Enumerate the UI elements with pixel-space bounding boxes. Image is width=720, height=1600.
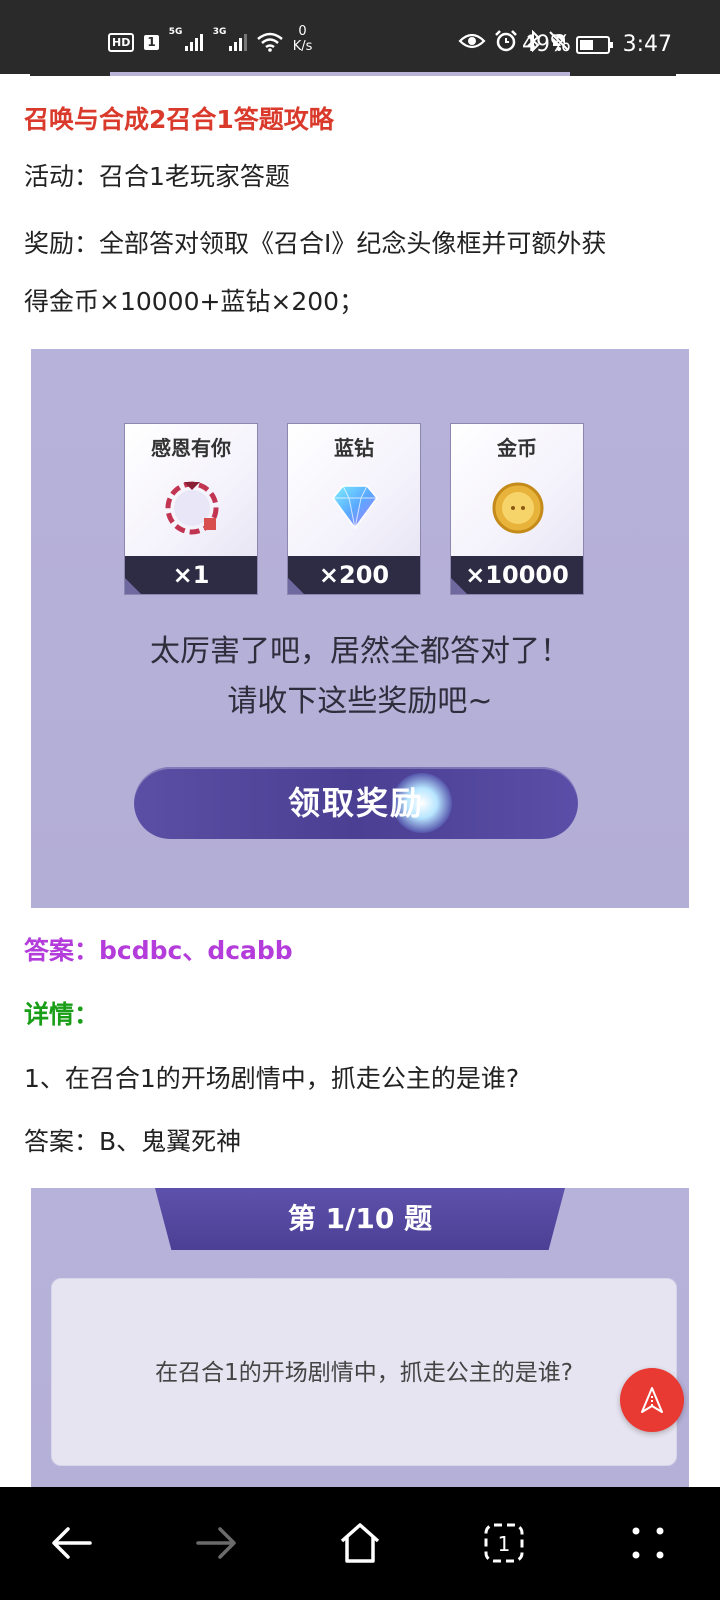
menu-button[interactable]	[618, 1515, 678, 1571]
card-title: 金币	[497, 436, 537, 460]
hd-icon: HD	[108, 32, 135, 52]
alarm-icon	[494, 30, 518, 52]
claim-reward-label: 领取奖励	[287, 784, 424, 822]
details-heading: 详情：	[24, 1000, 100, 1029]
congrats-line2: 请收下这些奖励吧~	[227, 684, 493, 719]
blue-diamond-icon	[325, 476, 385, 536]
card-count: ×1	[125, 556, 257, 594]
share-fab-button[interactable]	[620, 1368, 684, 1432]
card-count: ×200	[288, 556, 420, 594]
card-count: ×10000	[451, 556, 583, 594]
congrats-message: 太厉害了吧，居然全都答对了！ 请收下这些奖励吧~	[31, 627, 689, 727]
svg-text:1: 1	[498, 1532, 511, 1556]
question-box: 在召合1的开场剧情中，抓走公主的是谁?	[51, 1278, 677, 1466]
question-number-banner: 第 1/10 题	[155, 1188, 565, 1250]
reward-card-frame: 感恩有你 ×1	[124, 423, 258, 595]
tabs-button[interactable]: 1	[474, 1515, 534, 1571]
signal-icon: 5G	[169, 27, 203, 51]
status-left: HD 1 5G 3G 0 K/s	[108, 24, 312, 54]
sim-icon: 1	[144, 34, 159, 50]
dots-grid-icon	[632, 1527, 664, 1559]
question-1-text: 1、在召合1的开场剧情中，抓走公主的是谁?	[24, 1064, 520, 1093]
reward-text-line2: 得金币×10000+蓝钻×200；	[24, 287, 365, 316]
eye-icon	[458, 32, 486, 50]
question-screenshot: 第 1/10 题 在召合1的开场剧情中，抓走公主的是谁?	[31, 1188, 689, 1488]
signal-icon-2: 3G	[213, 27, 247, 51]
battery-percent: 49%	[522, 32, 571, 57]
reward-card-coin: 金币 ×10000	[450, 423, 584, 595]
arrow-left-icon	[52, 1527, 92, 1559]
wifi-icon	[256, 32, 283, 52]
gold-coin-icon	[488, 476, 548, 536]
status-bar: HD 1 5G 3G 0 K/s 49% 3:47	[0, 0, 720, 74]
previous-image-edge	[30, 72, 676, 76]
card-title: 感恩有你	[151, 436, 231, 460]
net-speed: 0 K/s	[292, 24, 313, 54]
avatar-frame-icon	[162, 476, 222, 536]
card-title: 蓝钻	[334, 436, 374, 460]
arrow-right-icon	[196, 1527, 236, 1559]
back-button[interactable]	[42, 1515, 102, 1571]
congrats-line1: 太厉害了吧，居然全都答对了！	[150, 634, 570, 669]
tabs-icon: 1	[484, 1523, 524, 1563]
question-box-text: 在召合1的开场剧情中，抓走公主的是谁?	[155, 1360, 573, 1386]
paper-plane-icon	[641, 1387, 663, 1413]
article-title: 召唤与合成2召合1答题攻略	[24, 105, 334, 134]
home-button[interactable]	[330, 1515, 390, 1571]
reward-text-line1: 奖励：全部答对领取《召合I》纪念头像框并可额外获	[24, 229, 607, 258]
question-1-answer: 答案：B、鬼翼死神	[24, 1127, 242, 1156]
claim-reward-button[interactable]: 领取奖励	[134, 767, 578, 839]
reward-screenshot: 感恩有你 ×1 蓝钻 ×200 金币 ×10000 太厉害了吧，居然全都答对了！…	[31, 349, 689, 908]
activity-text: 活动：召合1老玩家答题	[24, 162, 290, 191]
clock: 3:47	[622, 32, 672, 57]
battery-icon	[576, 36, 613, 54]
reward-card-diamond: 蓝钻 ×200	[287, 423, 421, 595]
answer-summary: 答案：bcdbc、dcabb	[24, 936, 293, 965]
browser-bottom-nav: 1	[0, 1487, 720, 1600]
forward-button[interactable]	[186, 1515, 246, 1571]
home-icon	[340, 1523, 380, 1563]
